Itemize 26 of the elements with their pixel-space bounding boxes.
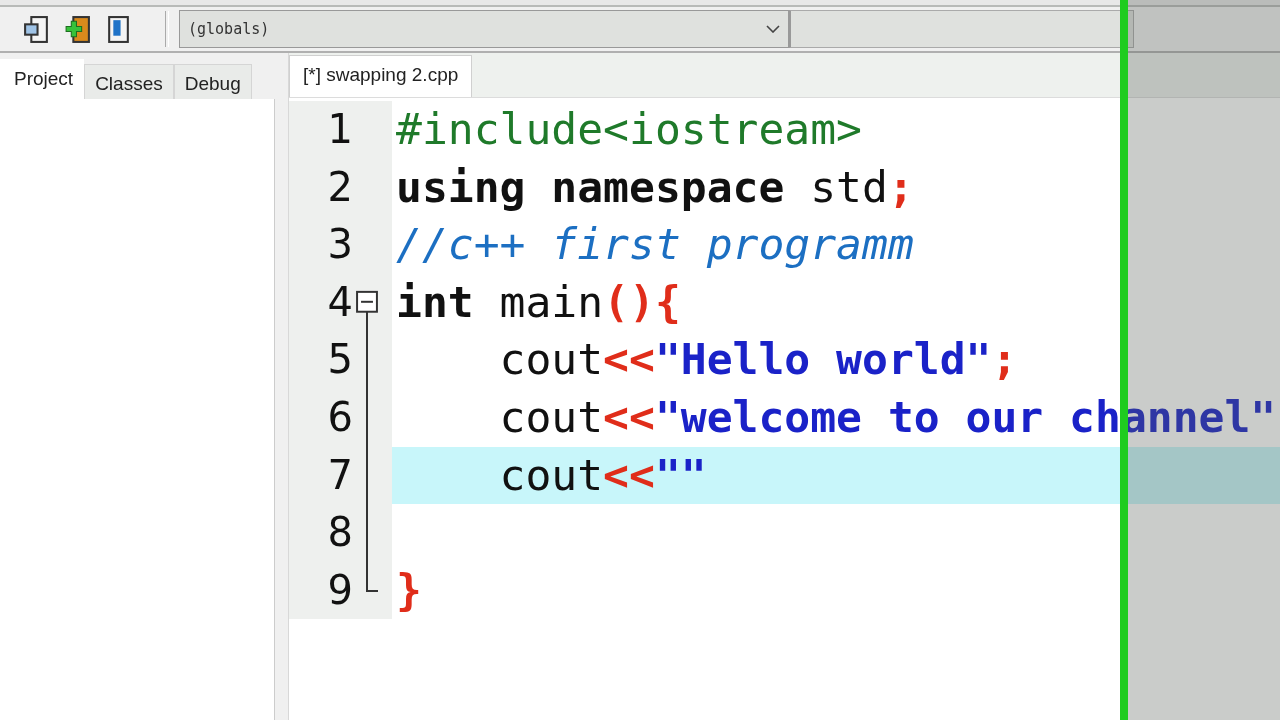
line-number: 2: [326, 162, 353, 212]
add-file-icon[interactable]: [64, 14, 91, 44]
fold-end-line: [366, 561, 378, 592]
line-number: 4: [326, 277, 353, 327]
file-tab[interactable]: [*] swapping 2.cpp: [289, 55, 473, 97]
code-line: cout<<"Hello world";: [498, 334, 1018, 385]
code-line: cout<<"": [498, 449, 707, 500]
line-number: 1: [326, 105, 353, 154]
code-line: }: [396, 564, 422, 615]
code-line: #include<iostream>: [396, 104, 862, 154]
line-number: 9: [326, 565, 353, 615]
panel-tab[interactable]: Classes: [84, 64, 174, 99]
line-number: 7: [326, 450, 353, 500]
code-line: //c++ first programm: [396, 219, 914, 270]
scope-dropdown[interactable]: (globals): [179, 10, 789, 48]
line-number: 5: [326, 335, 353, 385]
window-icon[interactable]: [23, 14, 50, 44]
code-line: int main(){: [396, 276, 681, 327]
panel-tab[interactable]: Project: [0, 59, 85, 99]
book-icon[interactable]: [105, 14, 132, 44]
line-number: 8: [326, 508, 353, 558]
panel-tab[interactable]: Debug: [173, 64, 252, 99]
chevron-down-icon: [766, 25, 780, 33]
line-number: 3: [326, 220, 353, 270]
line-number: 6: [326, 392, 353, 442]
code-line: using namespace std;: [396, 161, 914, 212]
